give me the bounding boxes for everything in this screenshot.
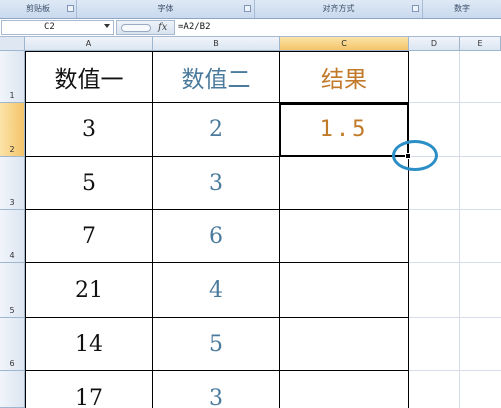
fill-handle[interactable] xyxy=(405,153,411,159)
cell-a7[interactable]: 17 xyxy=(25,371,153,408)
row-header-3[interactable]: 3 xyxy=(0,157,25,210)
cell-c4[interactable] xyxy=(280,210,409,263)
cell-d6[interactable] xyxy=(409,318,460,371)
cell-a5[interactable]: 21 xyxy=(25,263,153,318)
alignment-dialog-launcher-icon[interactable] xyxy=(412,5,419,12)
cell-d1[interactable] xyxy=(409,51,460,103)
formula-input[interactable]: =A2/B2 xyxy=(178,20,211,35)
ribbon-group-number-label: 数字 xyxy=(454,4,470,13)
cell-e1[interactable] xyxy=(460,51,501,103)
cell-c2[interactable]: 1.5 xyxy=(280,103,409,157)
column-header-d[interactable]: D xyxy=(409,37,460,51)
cell-e5[interactable] xyxy=(460,263,501,318)
ribbon-group-bar: 剪贴板 字体 对齐方式 数字 xyxy=(0,0,501,19)
cell-a6[interactable]: 14 xyxy=(25,318,153,371)
row-number: 1 xyxy=(9,91,15,100)
column-header-a[interactable]: A xyxy=(25,37,153,51)
cell-e7[interactable] xyxy=(460,371,501,408)
ribbon-group-font: 字体 xyxy=(77,0,255,18)
cell-d4[interactable] xyxy=(409,210,460,263)
cell-c6[interactable] xyxy=(280,318,409,371)
ribbon-group-alignment-label: 对齐方式 xyxy=(322,4,355,13)
ribbon-group-clipboard: 剪贴板 xyxy=(0,0,77,18)
row-number: 4 xyxy=(9,251,15,260)
ribbon-group-font-label: 字体 xyxy=(157,4,174,13)
cell-c1[interactable]: 结果 xyxy=(280,51,409,103)
row-number: 5 xyxy=(9,306,15,315)
row-header-2[interactable]: 2 xyxy=(0,103,25,157)
column-header-c[interactable]: C xyxy=(280,37,409,51)
row-header-1[interactable]: 1 xyxy=(0,51,25,103)
cell-b4[interactable]: 6 xyxy=(153,210,280,263)
cell-e6[interactable] xyxy=(460,318,501,371)
cell-b2[interactable]: 2 xyxy=(153,103,280,157)
name-box-dropdown-icon[interactable] xyxy=(104,24,110,28)
row-number: 6 xyxy=(9,359,15,368)
ribbon-group-clipboard-label: 剪贴板 xyxy=(26,4,50,13)
cell-a3[interactable]: 5 xyxy=(25,157,153,210)
name-box[interactable]: C2 xyxy=(1,20,114,35)
cell-e4[interactable] xyxy=(460,210,501,263)
cell-b1[interactable]: 数值二 xyxy=(153,51,280,103)
clipboard-dialog-launcher-icon[interactable] xyxy=(67,5,74,12)
row-header-4[interactable]: 4 xyxy=(0,210,25,263)
font-dialog-launcher-icon[interactable] xyxy=(244,5,251,12)
cell-d5[interactable] xyxy=(409,263,460,318)
cell-b7[interactable]: 3 xyxy=(153,371,280,408)
insert-function-icon[interactable]: fx xyxy=(158,21,167,34)
column-header-e[interactable]: E xyxy=(460,37,501,51)
ribbon-group-alignment: 对齐方式 xyxy=(255,0,423,18)
formula-bar: C2 fx =A2/B2 xyxy=(0,19,501,37)
cell-c7[interactable] xyxy=(280,371,409,408)
formula-bar-splitter[interactable] xyxy=(121,24,151,32)
ribbon-group-number: 数字 xyxy=(423,0,501,18)
cell-c3[interactable] xyxy=(280,157,409,210)
row-number: 3 xyxy=(9,198,15,207)
cell-a4[interactable]: 7 xyxy=(25,210,153,263)
select-all-corner[interactable] xyxy=(0,37,25,51)
cell-d7[interactable] xyxy=(409,371,460,408)
cell-d2[interactable] xyxy=(409,103,460,157)
cell-e3[interactable] xyxy=(460,157,501,210)
row-header-7[interactable] xyxy=(0,371,25,408)
row-number: 2 xyxy=(9,145,15,154)
cell-b5[interactable]: 4 xyxy=(153,263,280,318)
cell-a1[interactable]: 数值一 xyxy=(25,51,153,103)
cell-d3[interactable] xyxy=(409,157,460,210)
row-header-6[interactable]: 6 xyxy=(0,318,25,371)
cell-a2[interactable]: 3 xyxy=(25,103,153,157)
cell-b6[interactable]: 5 xyxy=(153,318,280,371)
cell-c5[interactable] xyxy=(280,263,409,318)
cell-e2[interactable] xyxy=(460,103,501,157)
row-header-5[interactable]: 5 xyxy=(0,263,25,318)
column-header-b[interactable]: B xyxy=(153,37,280,51)
formula-controls: fx xyxy=(116,20,175,35)
cell-b3[interactable]: 3 xyxy=(153,157,280,210)
